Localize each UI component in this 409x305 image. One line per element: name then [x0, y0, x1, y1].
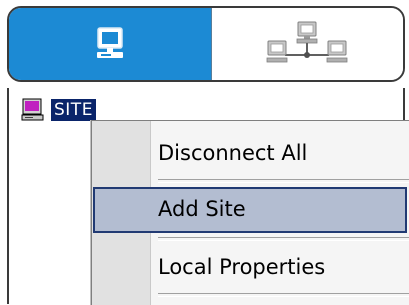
menu-item-add-site[interactable]: Add Site [92, 185, 409, 233]
menu-item-label: Disconnect All [158, 141, 308, 165]
menu-item-local-properties[interactable]: Local Properties [92, 243, 409, 291]
context-menu: Disconnect All Add Site Local Properties [91, 120, 409, 305]
menu-item-label: Local Properties [158, 255, 326, 279]
network-icon [260, 19, 356, 69]
computer-icon [92, 25, 128, 63]
menu-separator [158, 179, 409, 183]
menu-item-highlight [93, 187, 407, 233]
menu-item-disconnect-all[interactable]: Disconnect All [92, 129, 409, 177]
menu-separator [158, 293, 409, 297]
tree-node-site[interactable]: SITE [21, 97, 96, 123]
tab-local[interactable] [9, 8, 212, 80]
menu-separator [158, 237, 409, 241]
menu-item-label: Add Site [158, 197, 246, 221]
tree-node-label: SITE [51, 99, 96, 121]
tab-network[interactable] [212, 8, 403, 80]
computer-icon [21, 98, 45, 122]
view-tabbar [7, 6, 405, 82]
